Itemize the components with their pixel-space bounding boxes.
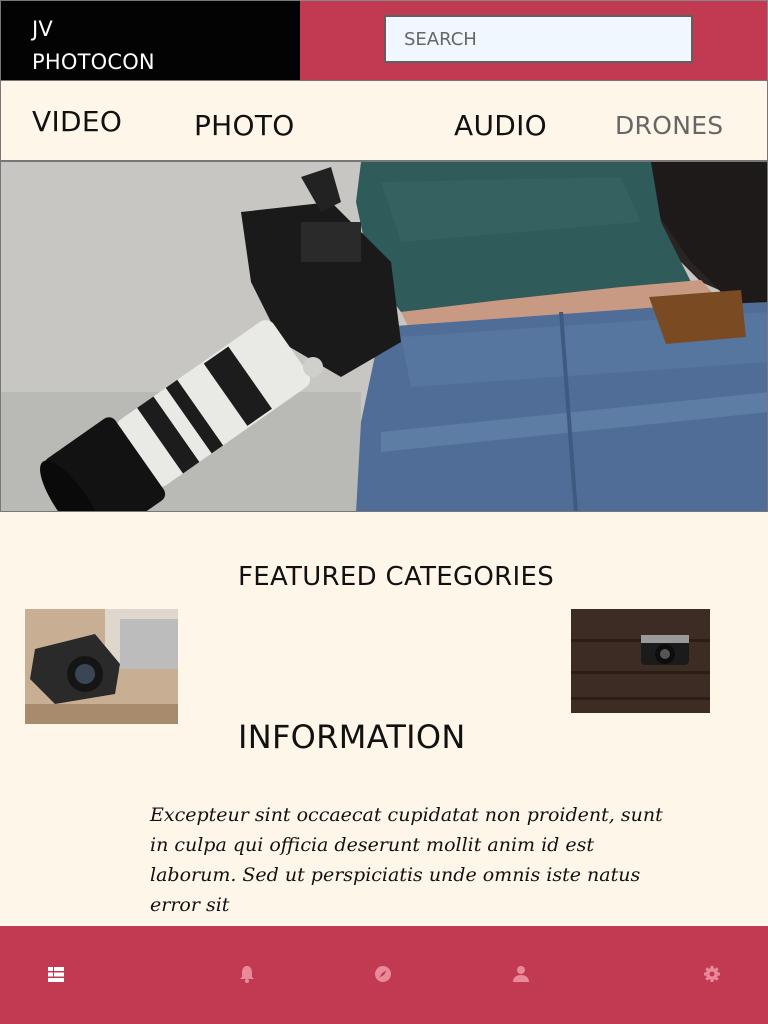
- nav-item-video[interactable]: VIDEO: [32, 105, 122, 138]
- information-body: Excepteur sint occaecat cupidatat non pr…: [150, 804, 663, 916]
- top-header: JV PHOTOCON: [0, 0, 768, 81]
- search-area: [300, 0, 768, 81]
- vintage-camera-illustration: [571, 609, 710, 713]
- person-icon[interactable]: [511, 964, 531, 984]
- dashboard-icon[interactable]: [46, 964, 66, 984]
- camera-desk-illustration: [25, 609, 178, 724]
- logo-line-1: JV: [32, 17, 53, 41]
- logo-box[interactable]: JV PHOTOCON: [0, 0, 301, 81]
- hero-photo-illustration: [1, 162, 767, 511]
- category-thumbnail-camera-desk[interactable]: [25, 609, 178, 724]
- logo-line-2: PHOTOCON: [32, 50, 155, 74]
- hero-image: [0, 161, 768, 512]
- nav-item-audio[interactable]: AUDIO: [454, 109, 547, 142]
- information-title: INFORMATION: [238, 718, 466, 756]
- category-thumbnail-vintage-camera[interactable]: [571, 609, 710, 713]
- search-input[interactable]: [384, 15, 693, 63]
- nav-item-photo[interactable]: PHOTO: [194, 109, 295, 142]
- compass-icon[interactable]: [373, 964, 393, 984]
- nav-item-drones[interactable]: DRONES: [615, 111, 723, 140]
- bottom-nav-bar: [0, 926, 768, 1024]
- featured-categories-title: FEATURED CATEGORIES: [238, 562, 555, 592]
- bell-icon[interactable]: [237, 964, 257, 984]
- logo-text: JV PHOTOCON: [32, 13, 155, 79]
- gear-icon[interactable]: [702, 964, 722, 984]
- category-nav: VIDEO PHOTO AUDIO DRONES: [0, 80, 768, 161]
